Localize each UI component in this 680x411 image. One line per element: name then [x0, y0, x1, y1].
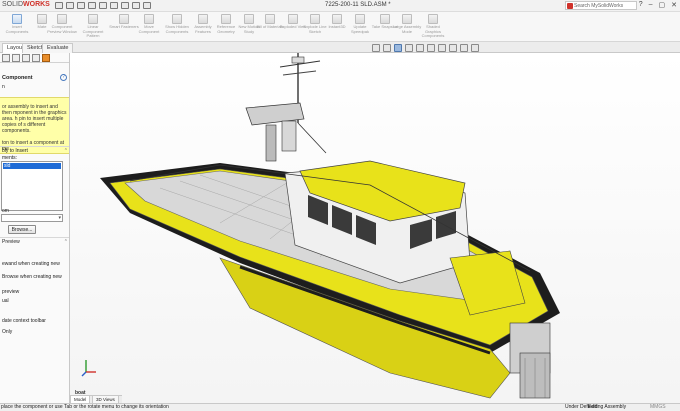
options-icon[interactable]: [143, 2, 151, 9]
search-icon: [567, 3, 573, 9]
title-bar: SOLIDWORKS 7225-200-11 SLD.ASM * Search …: [0, 0, 680, 12]
command-tabs: Layout Sketch Evaluate: [0, 42, 680, 53]
camera-icon: [380, 14, 390, 24]
zoom-fit-icon[interactable]: [372, 44, 380, 52]
davit-crane: [245, 102, 305, 162]
app-logo: SOLIDWORKS: [2, 1, 50, 8]
status-message: place the component or use Tab or the ro…: [1, 404, 169, 410]
panel-tabs: [0, 53, 69, 63]
explode-line-icon: [310, 14, 320, 24]
search-input[interactable]: Search MySolidWorks: [565, 1, 637, 10]
view-orientation-icon[interactable]: [405, 44, 413, 52]
close-button[interactable]: ✕: [671, 1, 677, 9]
large-assembly-icon: [402, 14, 412, 24]
quick-access-toolbar: [55, 2, 151, 9]
graphics-area[interactable]: [70, 53, 680, 403]
option-7[interactable]: Only: [2, 329, 12, 335]
linear-pattern-button[interactable]: Linear Component Pattern: [78, 14, 108, 39]
scene-icon[interactable]: [449, 44, 457, 52]
option-6[interactable]: date context toolbar: [2, 318, 46, 324]
move-icon: [144, 14, 154, 24]
heads-up-toolbar: [372, 44, 479, 52]
property-manager: Component ? n or assembly to insert and …: [0, 53, 70, 403]
status-bar: place the component or use Tab or the ro…: [0, 403, 680, 411]
document-title: 7225-200-11 SLD.ASM *: [325, 2, 391, 8]
tab-evaluate[interactable]: Evaluate: [42, 43, 74, 53]
display-manager-icon[interactable]: [42, 54, 50, 62]
model-tabs: Model 3D Views: [70, 395, 122, 404]
zoom-area-icon[interactable]: [383, 44, 391, 52]
property-manager-icon[interactable]: [12, 54, 20, 62]
command-manager: Insert Components Mate Component Preview…: [0, 12, 680, 42]
speedpak-icon: [355, 14, 365, 24]
reference-triad-icon: [81, 360, 96, 377]
help-button[interactable]: ?: [639, 1, 643, 9]
preview-window-icon: [57, 14, 67, 24]
undo-icon[interactable]: [110, 2, 118, 9]
configuration-icon[interactable]: [22, 54, 30, 62]
view-settings-icon[interactable]: [460, 44, 468, 52]
collapse-icon: ⌃: [63, 239, 68, 245]
shaded-graphics-icon: [428, 14, 438, 24]
section-view-icon[interactable]: [394, 44, 402, 52]
instant3d-icon: [332, 14, 342, 24]
maximize-button[interactable]: ▢: [659, 1, 666, 9]
component-preview-button[interactable]: Component Preview Window: [47, 14, 77, 34]
mate-icon: [37, 14, 47, 24]
window-controls: ? – ▢ ✕: [639, 1, 677, 9]
fastener-icon: [119, 14, 129, 24]
monitor-icon[interactable]: [471, 44, 479, 52]
bom-icon: [265, 14, 275, 24]
print-icon[interactable]: [99, 2, 107, 9]
stern-drive: [509, 322, 551, 399]
assembly-features-icon: [198, 14, 208, 24]
exploded-view-icon: [288, 14, 298, 24]
status-units[interactable]: MMGS: [650, 404, 666, 411]
open-documents-list[interactable]: sld: [1, 161, 63, 211]
list-item[interactable]: sld: [3, 163, 61, 169]
help-icon[interactable]: ?: [60, 74, 67, 81]
from-dropdown[interactable]: ▾: [1, 214, 63, 222]
select-icon[interactable]: [121, 2, 129, 9]
display-style-icon[interactable]: [416, 44, 424, 52]
dim-expert-icon[interactable]: [32, 54, 40, 62]
panel-title: Component: [2, 75, 33, 81]
boat-model[interactable]: [70, 53, 680, 403]
save-icon[interactable]: [88, 2, 96, 9]
shaded-graphics-button[interactable]: Shaded Graphics Components: [418, 14, 448, 39]
reference-geometry-icon: [221, 14, 231, 24]
minimize-button[interactable]: –: [649, 1, 653, 9]
feature-tree-icon[interactable]: [2, 54, 10, 62]
option-4[interactable]: ual: [2, 298, 9, 304]
section-part-assembly[interactable]: bly to Insert ⌃: [0, 146, 69, 154]
section-preview[interactable]: Preview ⌃: [0, 237, 69, 245]
open-icon[interactable]: [77, 2, 85, 9]
insert-component-icon: [12, 14, 22, 24]
motion-study-icon: [244, 14, 254, 24]
browse-button[interactable]: Browse...: [8, 225, 36, 234]
search-placeholder: Search MySolidWorks: [574, 3, 624, 9]
chevron-down-icon: ▾: [58, 215, 61, 221]
show-hidden-icon: [172, 14, 182, 24]
move-component-button[interactable]: Move Component: [134, 14, 164, 34]
message-header: n: [2, 84, 5, 90]
option-1[interactable]: ewand when creating new: [2, 261, 60, 267]
option-3[interactable]: preview: [2, 289, 19, 295]
new-document-icon[interactable]: [66, 2, 74, 9]
edit-appearance-icon[interactable]: [438, 44, 446, 52]
rebuild-icon[interactable]: [132, 2, 140, 9]
pattern-icon: [88, 14, 98, 24]
status-mode: Editing Assembly: [588, 404, 627, 410]
hide-show-icon[interactable]: [427, 44, 435, 52]
option-2[interactable]: Browse when creating new: [2, 274, 62, 280]
collapse-icon: ⌃: [63, 148, 68, 154]
home-icon[interactable]: [55, 2, 63, 9]
